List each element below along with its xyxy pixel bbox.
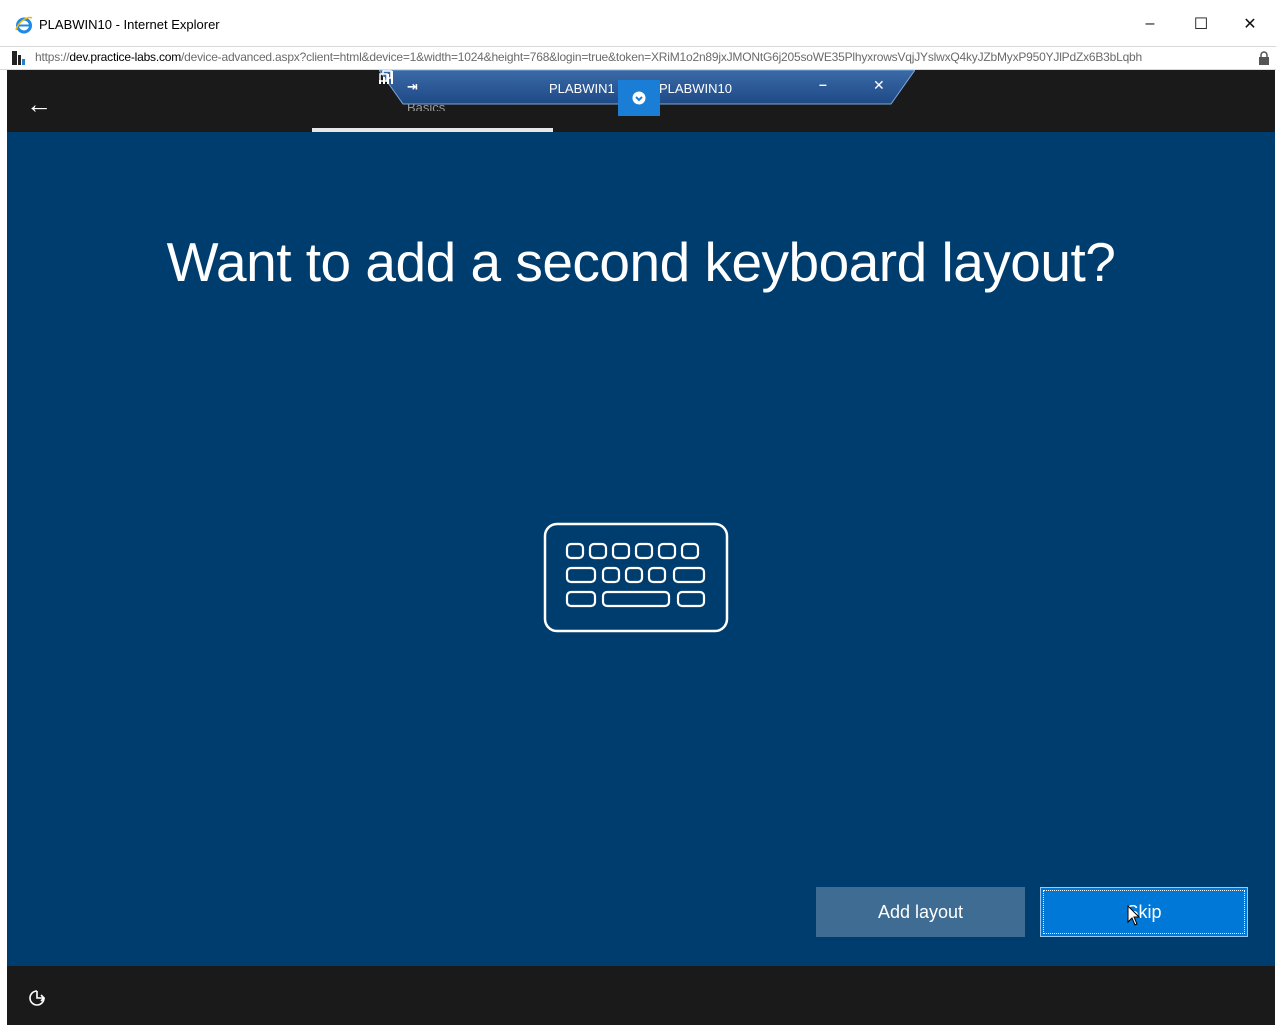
rdp-title-right: PLABWIN10 (659, 81, 732, 96)
back-arrow-icon: ← (26, 89, 52, 119)
close-window-button[interactable]: ✕ (1227, 8, 1273, 40)
remote-desktop-viewport[interactable]: ← Basics ⇥ PLABWIN1 PLABWIN10 – ✕ Want t… (7, 70, 1275, 1025)
skip-button[interactable]: Skip (1040, 887, 1248, 937)
site-favicon-icon (12, 51, 25, 65)
window-title: PLABWIN10 - Internet Explorer (39, 17, 220, 32)
rdp-restore-icon[interactable] (379, 70, 392, 83)
maximize-icon: ☐ (1193, 16, 1209, 33)
close-icon: ✕ (1243, 16, 1257, 33)
rdp-expand-button[interactable] (618, 80, 660, 116)
minimize-icon: – (1145, 15, 1155, 32)
expand-circle-icon (632, 91, 646, 105)
oobe-top-bar: ← Basics ⇥ PLABWIN1 PLABWIN10 – ✕ (7, 70, 1275, 132)
internet-explorer-icon (15, 16, 33, 34)
back-button[interactable]: ← (23, 88, 55, 120)
rdp-title-left: PLABWIN1 (549, 81, 615, 96)
progress-indicator (312, 128, 553, 132)
ease-of-access-icon[interactable] (27, 988, 47, 1008)
keyboard-icon (543, 522, 729, 633)
url-scheme: https:// (35, 50, 70, 64)
lock-icon[interactable] (1258, 51, 1270, 65)
add-layout-button[interactable]: Add layout (816, 887, 1025, 937)
minimize-button[interactable]: – (1127, 8, 1173, 40)
maximize-button[interactable]: ☐ (1178, 8, 1224, 40)
url-path: /device-advanced.aspx?client=html&device… (181, 50, 1142, 64)
pin-icon[interactable]: ⇥ (407, 79, 418, 95)
address-bar[interactable]: https://dev.practice-labs.com/device-adv… (0, 46, 1276, 70)
url-host: dev.practice-labs.com (69, 50, 182, 64)
rdp-minimize-button[interactable]: – (819, 76, 827, 92)
page-title: Want to add a second keyboard layout? (166, 231, 1116, 293)
mouse-cursor-icon (1127, 905, 1141, 926)
url-text[interactable]: https://dev.practice-labs.com/device-adv… (35, 50, 1253, 64)
rdp-close-button[interactable]: ✕ (873, 77, 885, 94)
oobe-bottom-bar (7, 966, 1275, 1025)
ie-title-bar: PLABWIN10 - Internet Explorer – ☐ ✕ (0, 0, 1276, 46)
